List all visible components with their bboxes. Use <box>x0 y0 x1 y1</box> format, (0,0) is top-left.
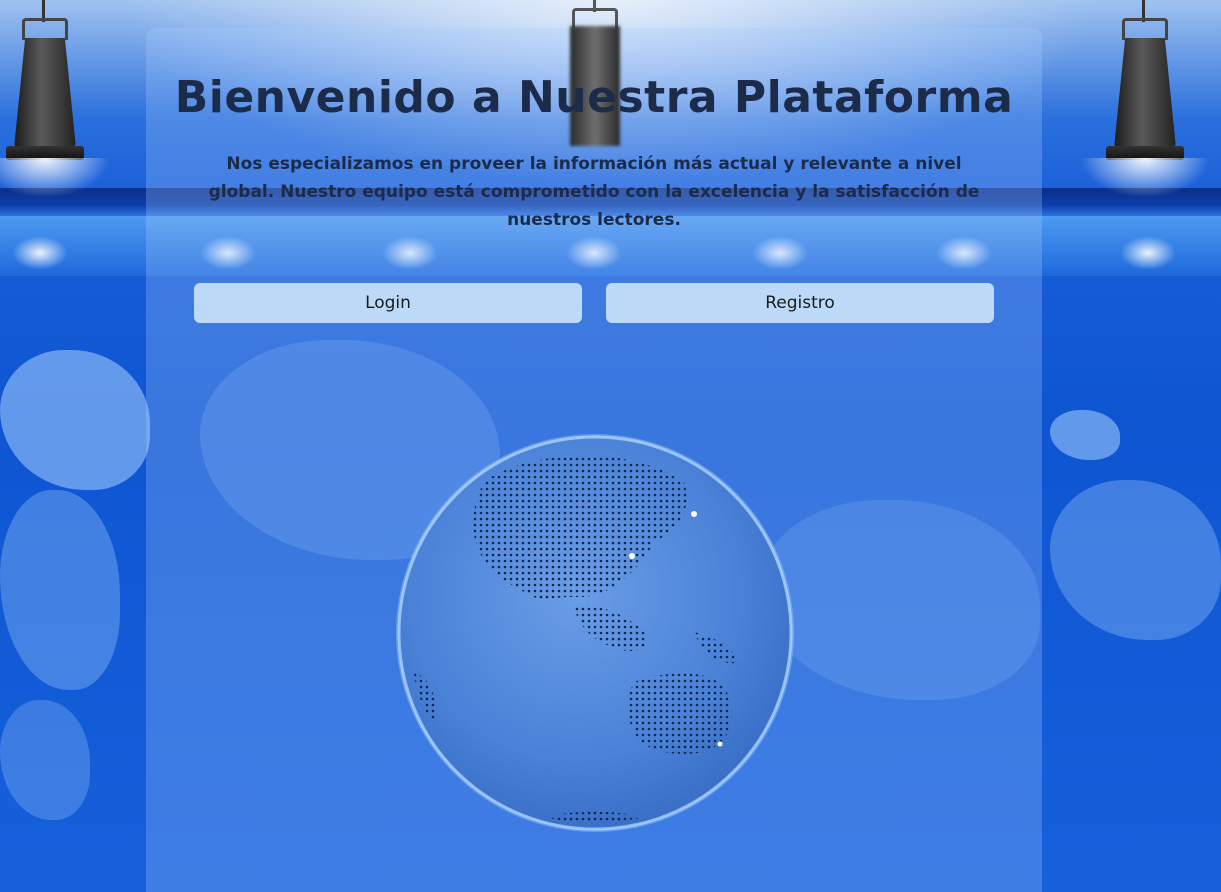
spotlight-icon <box>0 0 110 198</box>
login-button[interactable]: Login <box>194 283 582 323</box>
globe-marker <box>717 741 723 747</box>
stage-light <box>12 236 68 270</box>
register-button[interactable]: Registro <box>606 283 994 323</box>
stage-light <box>1120 236 1176 270</box>
globe-marker <box>629 553 635 559</box>
globe-icon <box>396 434 794 832</box>
page-description: Nos especializamos en proveer la informa… <box>208 154 980 230</box>
globe-marker <box>691 511 697 517</box>
spotlight-icon <box>1080 0 1210 198</box>
page-title: Bienvenido a Nuestra Plataforma <box>174 72 1014 123</box>
